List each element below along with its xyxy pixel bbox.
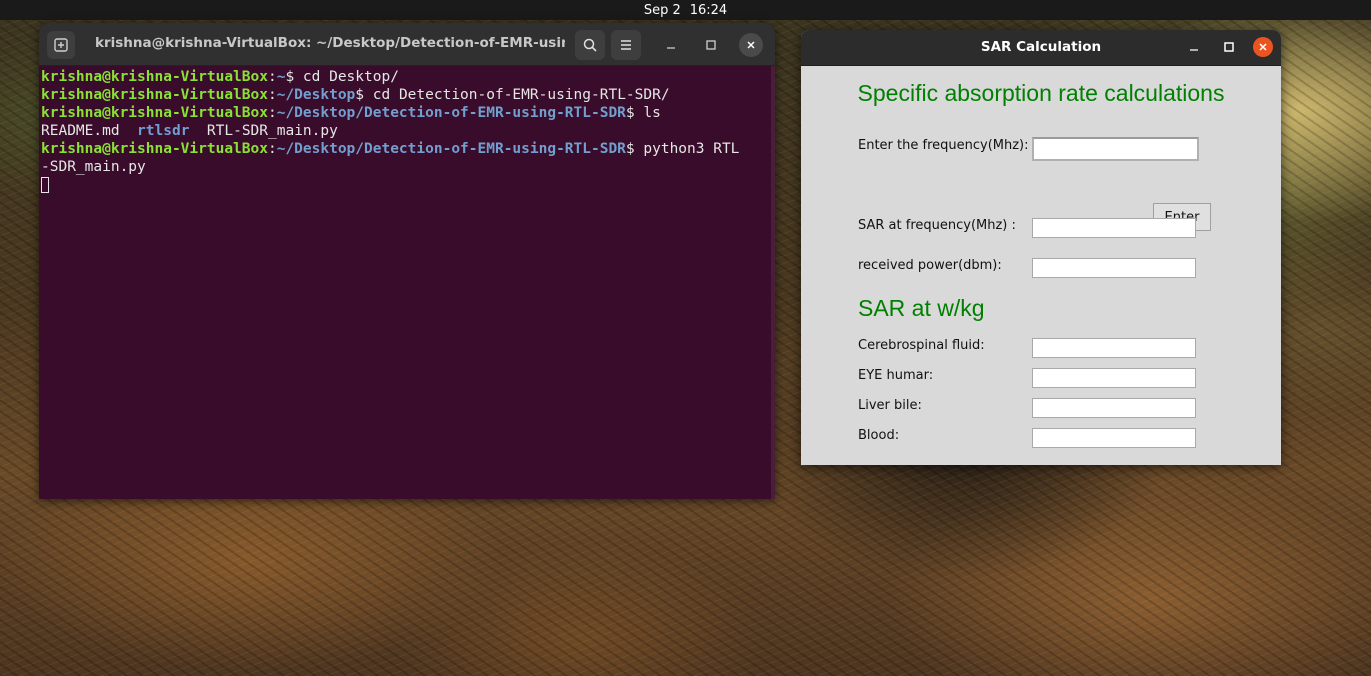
minimize-icon xyxy=(1190,49,1198,51)
terminal-title: krishna@krishna-VirtualBox: ~/Desktop/De… xyxy=(95,35,565,51)
prompt-separator: : xyxy=(267,141,277,158)
terminal-titlebar[interactable]: krishna@krishna-VirtualBox: ~/Desktop/De… xyxy=(39,23,775,66)
prompt-user: krishna@krishna-VirtualBox xyxy=(41,87,268,104)
sar-heading: Specific absorption rate calculations xyxy=(857,80,1225,106)
terminal-line: -SDR_main.py xyxy=(41,158,775,176)
prompt-path: ~/Desktop xyxy=(276,87,356,104)
ls-file: README.md xyxy=(41,123,120,140)
command-text: -SDR_main.py xyxy=(41,159,146,176)
terminal-close-button[interactable] xyxy=(739,33,763,57)
terminal-search-button[interactable] xyxy=(575,30,605,60)
text-cursor xyxy=(41,176,49,193)
received-power-field[interactable] xyxy=(1032,258,1196,278)
terminal-scrollbar[interactable] xyxy=(771,66,775,499)
liver-bile-field[interactable] xyxy=(1032,398,1196,418)
ls-file: RTL-SDR_main.py xyxy=(206,123,338,140)
blood-field[interactable] xyxy=(1032,428,1196,448)
new-tab-icon xyxy=(54,38,68,52)
clock-date[interactable]: Sep 2 xyxy=(644,3,681,18)
csf-field[interactable] xyxy=(1032,338,1196,358)
received-power-label: received power(dbm): xyxy=(858,258,1002,273)
sar-frequency-label: SAR at frequency(Mhz) : xyxy=(858,218,1016,233)
terminal-maximize-button[interactable] xyxy=(699,33,723,57)
terminal-line: krishna@krishna-VirtualBox:~/Desktop/Det… xyxy=(41,140,775,158)
prompt-user: krishna@krishna-VirtualBox xyxy=(41,141,268,158)
terminal-line: README.md rtlsdr RTL-SDR_main.py xyxy=(41,122,775,140)
terminal-menu-button[interactable] xyxy=(611,30,641,60)
sar-calculation-window[interactable]: SAR Calculation Specific absorption rate… xyxy=(801,30,1281,465)
terminal-line: krishna@krishna-VirtualBox:~$ cd Desktop… xyxy=(41,68,775,86)
prompt-user: krishna@krishna-VirtualBox xyxy=(41,69,268,85)
sar-maximize-button[interactable] xyxy=(1219,37,1239,57)
sar-frequency-field[interactable] xyxy=(1032,218,1196,238)
eye-humar-label: EYE humar: xyxy=(858,368,934,383)
command-text: $ ls xyxy=(625,105,661,122)
hamburger-menu-icon xyxy=(621,40,631,50)
prompt-separator: : xyxy=(267,69,277,85)
sar-minimize-button[interactable] xyxy=(1184,37,1204,57)
terminal-output[interactable]: krishna@krishna-VirtualBox:~$ cd Desktop… xyxy=(39,66,775,195)
prompt-separator: : xyxy=(267,87,277,104)
maximize-icon xyxy=(1224,42,1234,52)
new-tab-button[interactable] xyxy=(47,31,75,59)
prompt-path: ~/Desktop/Detection-of-EMR-using-RTL-SDR xyxy=(276,105,626,122)
terminal-line: krishna@krishna-VirtualBox:~/Desktop$ cd… xyxy=(41,86,775,104)
liver-bile-label: Liver bile: xyxy=(858,398,922,413)
sar-close-button[interactable] xyxy=(1253,37,1273,57)
sar-titlebar[interactable]: SAR Calculation xyxy=(801,30,1281,66)
top-bar: Sep 2 16:24 xyxy=(0,0,1371,20)
terminal-window[interactable]: krishna@krishna-VirtualBox: ~/Desktop/De… xyxy=(39,23,775,499)
minimize-icon xyxy=(667,47,675,49)
close-icon xyxy=(1259,43,1267,51)
command-text: $ python3 RTL xyxy=(625,141,740,158)
frequency-label: Enter the frequency(Mhz): xyxy=(858,138,1029,153)
clock-time[interactable]: 16:24 xyxy=(690,3,727,18)
command-text: $ cd Desktop/ xyxy=(285,69,399,85)
search-icon xyxy=(583,38,597,52)
terminal-line: krishna@krishna-VirtualBox:~/Desktop/Det… xyxy=(41,104,775,122)
close-icon xyxy=(747,41,755,49)
eye-humar-field[interactable] xyxy=(1032,368,1196,388)
maximize-icon xyxy=(706,40,716,50)
prompt-separator: : xyxy=(267,105,277,122)
blood-label: Blood: xyxy=(858,428,900,443)
sar-window-title: SAR Calculation xyxy=(980,39,1102,55)
sar-wkg-heading: SAR at w/kg xyxy=(858,295,985,321)
frequency-input[interactable] xyxy=(1032,137,1199,161)
prompt-user: krishna@krishna-VirtualBox xyxy=(41,105,268,122)
sar-form: Specific absorption rate calculations En… xyxy=(801,66,1281,465)
csf-label: Cerebrospinal fluid: xyxy=(858,338,985,353)
ls-directory: rtlsdr xyxy=(137,123,190,140)
terminal-minimize-button[interactable] xyxy=(659,33,683,57)
prompt-path: ~/Desktop/Detection-of-EMR-using-RTL-SDR xyxy=(276,141,626,158)
command-text: $ cd Detection-of-EMR-using-RTL-SDR/ xyxy=(355,87,670,104)
terminal-line xyxy=(41,176,775,195)
